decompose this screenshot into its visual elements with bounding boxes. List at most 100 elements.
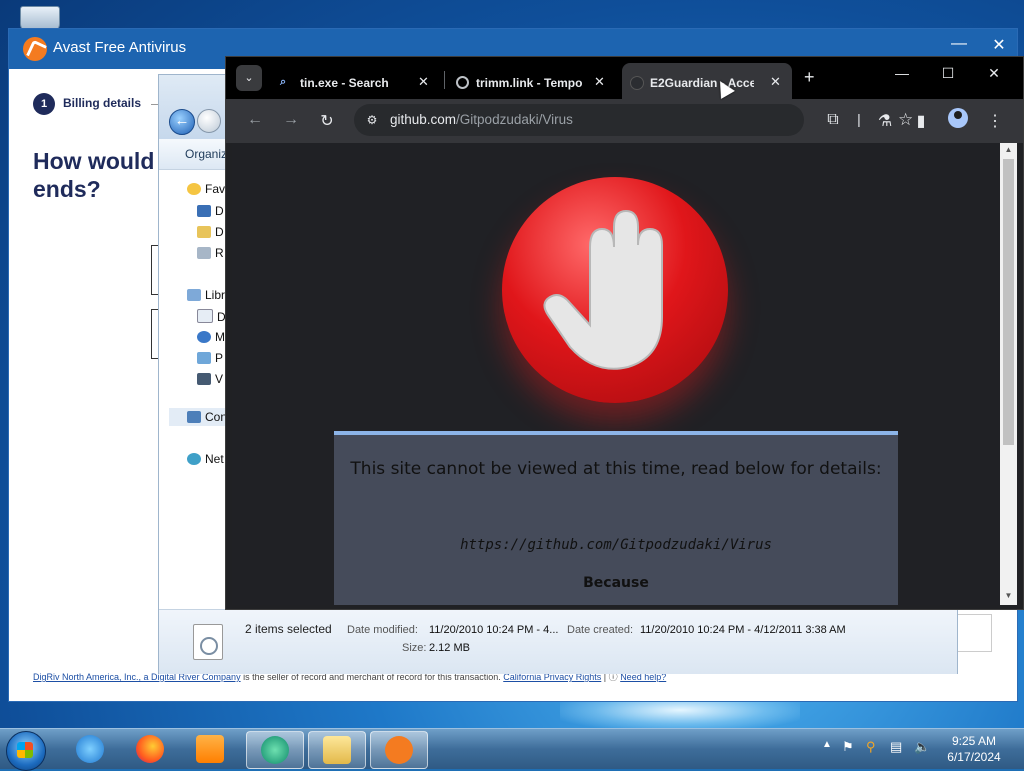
- tree-libraries[interactable]: Libr: [187, 288, 225, 302]
- folder-icon: [197, 226, 211, 238]
- step-label: Billing details: [63, 96, 142, 110]
- blocked-url: https://github.com/Gitpodzudaki/Virus: [460, 537, 772, 553]
- action-center-flag-icon[interactable]: ⚑: [842, 739, 854, 755]
- page-scrollbar[interactable]: ▲ ▼: [1000, 143, 1017, 605]
- tab-strip: ⌄ ⌕ tin.exe - Search ✕ trimm.link - Temp…: [226, 57, 1023, 99]
- tab-title: trimm.link - Tempo: [476, 76, 583, 90]
- scroll-thumb[interactable]: [1003, 159, 1014, 445]
- selection-count: 2 items selected: [245, 622, 332, 636]
- date-modified-value: 11/20/2010 10:24 PM - 4...: [429, 624, 559, 636]
- taskbar-avast[interactable]: [370, 731, 428, 769]
- tree-item-pictures[interactable]: P: [197, 351, 223, 365]
- tree-computer[interactable]: Con: [169, 408, 232, 426]
- pictures-icon: [197, 352, 211, 364]
- taskbar-browser[interactable]: [246, 731, 304, 769]
- tab-search[interactable]: ⌕ tin.exe - Search ✕: [272, 63, 432, 99]
- library-icon: [187, 289, 201, 301]
- tree-network[interactable]: Net: [187, 452, 224, 466]
- globe-icon: [456, 76, 469, 89]
- forward-icon[interactable]: →: [280, 111, 302, 129]
- media-player-icon: [196, 735, 224, 763]
- toolbar-divider: |: [857, 111, 861, 127]
- back-arrow-icon[interactable]: ←: [169, 109, 195, 135]
- tree-item-music[interactable]: M: [197, 330, 225, 344]
- avast-window-title: Avast Free Antivirus: [53, 39, 187, 56]
- browser-icon: [261, 736, 289, 764]
- reload-icon[interactable]: ↻: [316, 111, 338, 131]
- minimize-button[interactable]: —: [882, 65, 922, 81]
- extensions-icon[interactable]: ⧉: [822, 111, 844, 129]
- forward-arrow-icon[interactable]: [197, 109, 221, 133]
- url-domain: github.com: [390, 112, 457, 127]
- side-panel-icon[interactable]: ▮: [910, 111, 932, 131]
- back-icon[interactable]: ←: [244, 111, 266, 129]
- organize-button[interactable]: Organiz: [185, 147, 227, 161]
- url-text[interactable]: github.com/Gitpodzudaki/Virus: [390, 112, 573, 127]
- tree-item-documents[interactable]: D: [197, 309, 226, 324]
- tree-favorites[interactable]: Fav: [187, 182, 225, 196]
- tree-label: Con: [205, 410, 228, 424]
- scroll-down-arrow-icon[interactable]: ▼: [1000, 589, 1017, 603]
- documents-icon: [197, 309, 213, 323]
- taskbar-internet-explorer[interactable]: [62, 731, 118, 767]
- taskbar-firefox[interactable]: [122, 731, 178, 767]
- folder-icon: [323, 736, 351, 764]
- date-modified-label: Date modified:: [347, 624, 418, 636]
- page-headline: How would ends?: [33, 148, 155, 202]
- tree-item-downloads[interactable]: D: [197, 225, 224, 239]
- clock-date: 6/17/2024: [947, 750, 1001, 764]
- tree-item-desktop[interactable]: D: [197, 204, 224, 218]
- url-path: /Gitpodzudaki/Virus: [456, 112, 573, 127]
- block-message-title: This site cannot be viewed at this time,…: [350, 459, 882, 479]
- address-bar[interactable]: ⚙ github.com/Gitpodzudaki/Virus ☆: [354, 104, 913, 136]
- taskbar: ▲ ⚑ ⚲ ▤ 🔈 9:25 AM 6/17/2024: [0, 728, 1024, 771]
- close-icon[interactable]: ✕: [594, 74, 605, 90]
- system-clock[interactable]: 9:25 AM 6/17/2024: [940, 733, 1008, 765]
- avast-close-button[interactable]: ✕: [987, 35, 1011, 55]
- browser-window: ⌄ ⌕ tin.exe - Search ✕ trimm.link - Temp…: [225, 56, 1024, 610]
- scroll-up-arrow-icon[interactable]: ▲: [1000, 143, 1017, 157]
- network-tray-icon[interactable]: ▤: [890, 739, 902, 755]
- tree-label: P: [215, 351, 224, 365]
- size-label: Size:: [402, 642, 427, 654]
- new-tab-plus-icon[interactable]: +: [804, 67, 815, 88]
- tab-separator: [444, 71, 445, 89]
- taskbar-media-player[interactable]: [182, 731, 238, 767]
- start-button[interactable]: [6, 731, 46, 771]
- tree-label: R: [215, 246, 224, 260]
- tree-label: V: [215, 372, 224, 386]
- music-icon: [197, 331, 211, 343]
- labs-flask-icon[interactable]: ⚗: [874, 111, 896, 131]
- github-icon: [630, 76, 644, 90]
- search-icon: ⌕: [280, 76, 287, 88]
- avast-tray-icon[interactable]: ⚲: [866, 739, 876, 755]
- avast-minimize-button[interactable]: —: [947, 35, 971, 53]
- tab-title: E2Guardian - Acces: [650, 76, 754, 90]
- close-icon[interactable]: ✕: [770, 74, 781, 90]
- content-box: [957, 614, 992, 652]
- navigation-pane: Fav D D R Libr D M P V Con Net: [159, 170, 232, 610]
- windows-logo-icon: [17, 742, 33, 758]
- tab-trimm[interactable]: trimm.link - Tempo ✕: [448, 63, 608, 99]
- tree-item-videos[interactable]: V: [197, 372, 223, 386]
- tree-item-recent[interactable]: R: [197, 246, 224, 260]
- tree-label: Libr: [205, 288, 226, 302]
- tree-label: Net: [205, 452, 224, 466]
- show-hidden-icons-chevron-icon[interactable]: ▲: [822, 739, 832, 750]
- profile-avatar[interactable]: [948, 108, 968, 128]
- tree-label: M: [215, 330, 225, 344]
- size-value: 2.12 MB: [429, 642, 470, 654]
- maximize-button[interactable]: ☐: [928, 65, 968, 82]
- internet-explorer-icon: [76, 735, 104, 763]
- tab-search-chevron-icon[interactable]: ⌄: [236, 65, 262, 91]
- close-icon[interactable]: ✕: [418, 74, 429, 90]
- clock-time: 9:25 AM: [951, 734, 997, 748]
- step-number-badge: 1: [33, 93, 55, 115]
- volume-muted-icon[interactable]: 🔈: [914, 739, 930, 755]
- close-window-button[interactable]: ✕: [974, 65, 1014, 82]
- taskbar-file-explorer[interactable]: [308, 731, 366, 769]
- site-info-icon[interactable]: ⚙: [364, 112, 380, 128]
- stop-hand-icon: [502, 177, 728, 403]
- menu-kebab-icon[interactable]: ⋮: [984, 111, 1006, 131]
- tab-e2guardian[interactable]: E2Guardian - Acces ✕: [622, 63, 792, 99]
